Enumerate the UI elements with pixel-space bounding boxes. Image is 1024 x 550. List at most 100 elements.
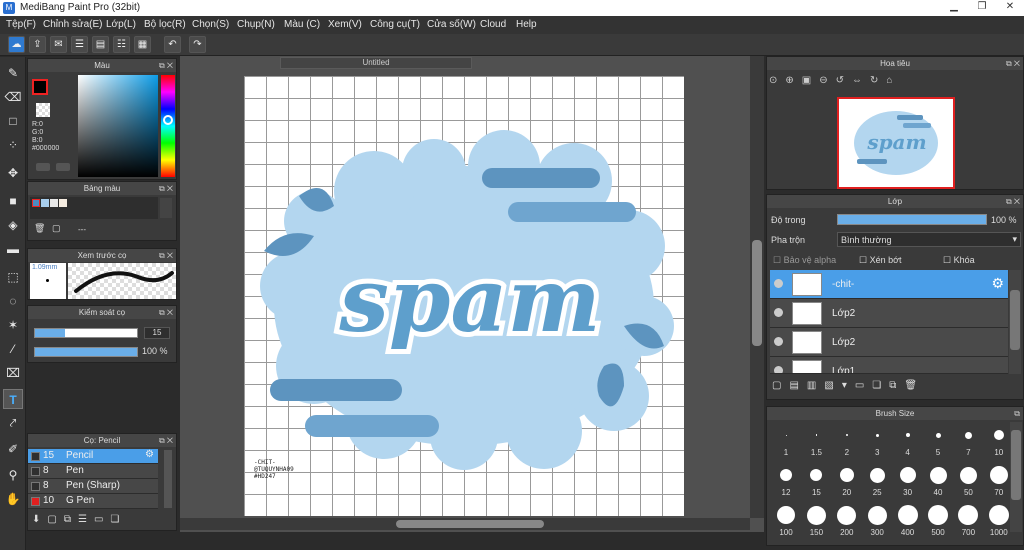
- merge-layer-icon[interactable]: ⧉: [889, 380, 904, 391]
- brush-size-option[interactable]: 2: [832, 424, 862, 457]
- fill-shape-tool-icon[interactable]: ■: [3, 191, 23, 211]
- brush-properties-icon[interactable]: ☰: [78, 514, 94, 525]
- menu-edit[interactable]: Chỉnh sửa(E): [43, 19, 103, 30]
- palette-swatch[interactable]: [59, 199, 67, 207]
- brush-size-option[interactable]: 200: [832, 504, 862, 537]
- brush-size-scrollbar[interactable]: [1010, 422, 1022, 532]
- document-icon[interactable]: ▤: [92, 36, 109, 53]
- layer-opacity-slider[interactable]: [837, 214, 987, 225]
- menu-layer[interactable]: Lớp(L): [106, 19, 136, 30]
- flip-icon[interactable]: ⇔: [852, 75, 870, 86]
- brush-list-scrollbar[interactable]: [164, 450, 172, 508]
- add-palette-icon[interactable]: ▢: [52, 223, 61, 234]
- eraser-tool-icon[interactable]: ⌫: [3, 87, 23, 107]
- eye-icon[interactable]: [774, 279, 783, 288]
- layers-scrollbar[interactable]: [1009, 270, 1021, 374]
- eyedropper-tool-icon[interactable]: ⚲: [3, 465, 23, 485]
- brush-copy-icon[interactable]: ⧉: [64, 514, 78, 525]
- brush-size-option[interactable]: 20: [832, 464, 862, 497]
- redo-icon[interactable]: ↷: [189, 36, 206, 53]
- magic-wand-tool-icon[interactable]: ✶: [3, 315, 23, 335]
- brush-size-value[interactable]: 15: [144, 327, 170, 339]
- zoom-in-icon[interactable]: ⊕: [785, 75, 801, 86]
- brush-size-option[interactable]: 12: [771, 464, 801, 497]
- brush-item-pen[interactable]: 8 Pen: [28, 464, 158, 479]
- undo-icon[interactable]: ↶: [164, 36, 181, 53]
- protect-alpha-option[interactable]: ☐ Bảo vệ alpha: [773, 255, 836, 266]
- select-tool-icon[interactable]: ⬚: [3, 267, 23, 287]
- list-icon[interactable]: ☷: [113, 36, 130, 53]
- menu-filter[interactable]: Bộ lọc(R): [144, 19, 186, 30]
- gradient-tool-icon[interactable]: ▬: [3, 239, 23, 259]
- new-8bit-layer-icon[interactable]: ▥: [807, 380, 824, 391]
- palette-swatch[interactable]: [50, 199, 58, 207]
- brush-size-option[interactable]: 500: [923, 504, 953, 537]
- menu-cloud[interactable]: Cloud: [480, 19, 506, 30]
- reset-view-icon[interactable]: ⌂: [886, 75, 900, 86]
- palette-swatch[interactable]: [32, 199, 40, 207]
- new-layer-icon[interactable]: ▢: [772, 380, 789, 391]
- menu-view[interactable]: Xem(V): [328, 19, 362, 30]
- color-picker-square[interactable]: [78, 75, 158, 177]
- menu-file[interactable]: Tệp(F): [6, 19, 36, 30]
- brush-size-option[interactable]: 1: [771, 424, 801, 457]
- brush-size-option[interactable]: 40: [923, 464, 953, 497]
- eye-icon[interactable]: [774, 308, 783, 317]
- bucket-tool-icon[interactable]: ◈: [3, 215, 23, 235]
- vertical-scrollbar[interactable]: [750, 56, 764, 518]
- new-halftone-layer-icon[interactable]: ▤: [789, 380, 806, 391]
- select-pen-tool-icon[interactable]: ⁄: [3, 339, 23, 359]
- eye-icon[interactable]: [774, 337, 783, 346]
- clipping-option[interactable]: ☐ Xén bớt: [859, 255, 902, 266]
- blur-tool-icon[interactable]: ✐: [3, 439, 23, 459]
- eye-icon[interactable]: [774, 366, 783, 373]
- navigator-preview[interactable]: spam: [837, 97, 955, 189]
- palette-swatch[interactable]: [41, 199, 49, 207]
- brush-size-option[interactable]: 5: [923, 424, 953, 457]
- primary-color-swatch[interactable]: [32, 79, 48, 95]
- blend-mode-select[interactable]: Bình thường ▾: [837, 232, 1021, 247]
- duplicate-layer-icon[interactable]: ❏: [872, 380, 889, 391]
- horizontal-scrollbar[interactable]: [180, 518, 750, 530]
- cloud-icon[interactable]: ☁: [8, 36, 25, 53]
- brush-size-option[interactable]: 4: [893, 424, 923, 457]
- brush-tool-icon[interactable]: ✎: [3, 63, 23, 83]
- gear-icon[interactable]: ⚙: [145, 449, 154, 460]
- grid-icon[interactable]: ▦: [134, 36, 151, 53]
- color-mode-button[interactable]: [36, 163, 50, 171]
- menu-window[interactable]: Cửa số(W): [427, 19, 476, 30]
- brush-size-option[interactable]: 3: [862, 424, 892, 457]
- text-tool-icon[interactable]: T: [3, 389, 23, 409]
- move-tool-icon[interactable]: ✥: [3, 163, 23, 183]
- layer-item-lop2[interactable]: Lớp2: [770, 299, 1008, 328]
- transparent-swatch[interactable]: [36, 103, 50, 117]
- panel-controls-icon[interactable]: ⧉ ✕: [159, 59, 173, 72]
- panel-controls-icon[interactable]: ⧉ ✕: [1006, 57, 1020, 70]
- layer-item-lop1[interactable]: Lớp1: [770, 357, 1008, 374]
- lasso-tool-icon[interactable]: ◌: [3, 291, 23, 311]
- new-1bit-layer-icon[interactable]: ▧: [824, 380, 841, 391]
- panel-controls-icon[interactable]: ⧉ ✕: [159, 182, 173, 195]
- brush-size-option[interactable]: 15: [801, 464, 831, 497]
- brush-opacity-slider[interactable]: [34, 347, 138, 357]
- cloud-download-icon[interactable]: ⬇: [32, 514, 47, 525]
- menu-select[interactable]: Chọn(S): [192, 19, 229, 30]
- select-eraser-tool-icon[interactable]: ⌧: [3, 363, 23, 383]
- rotate-left-icon[interactable]: ↺: [836, 75, 852, 86]
- menu-color[interactable]: Màu (C): [284, 19, 320, 30]
- fit-window-icon[interactable]: ▣: [802, 75, 819, 86]
- document-tab[interactable]: Untitled: [280, 57, 472, 69]
- rotate-right-icon[interactable]: ↻: [870, 75, 886, 86]
- folder-icon[interactable]: ▭: [855, 380, 872, 391]
- upload-icon[interactable]: ⇪: [29, 36, 46, 53]
- new-brush-icon[interactable]: ▢: [47, 514, 63, 525]
- brush-item-g-pen[interactable]: 10 G Pen: [28, 494, 158, 509]
- brush-size-option[interactable]: 30: [893, 464, 923, 497]
- layer-item-chit[interactable]: -chit- ⚙: [770, 270, 1008, 299]
- trash-icon[interactable]: 🗑: [34, 223, 45, 234]
- trash-icon[interactable]: 🗑: [904, 380, 925, 391]
- brush-size-option[interactable]: 25: [862, 464, 892, 497]
- brush-size-option[interactable]: 100: [771, 504, 801, 537]
- panel-controls-icon[interactable]: ⧉ ✕: [159, 434, 173, 447]
- brush-item-pencil[interactable]: 15 Pencil ⚙: [28, 449, 158, 464]
